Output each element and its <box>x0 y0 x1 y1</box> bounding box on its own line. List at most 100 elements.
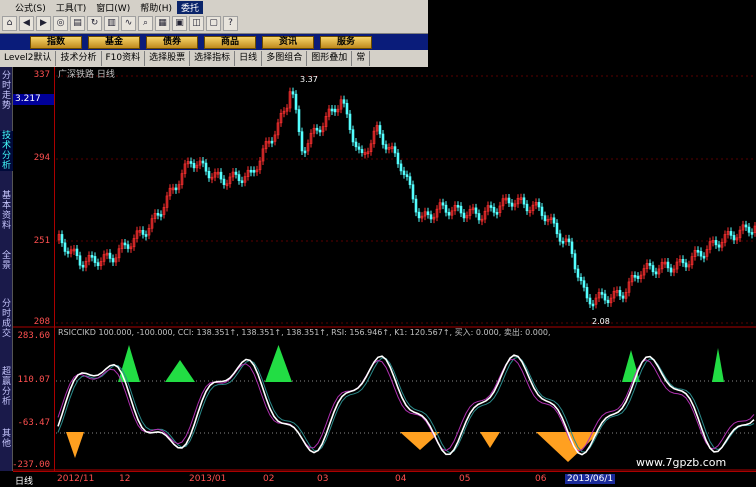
candle-body <box>315 127 319 131</box>
candle-body <box>240 180 244 184</box>
candle-body <box>141 229 145 235</box>
candle-body <box>270 140 274 144</box>
candle-body <box>477 213 481 221</box>
candle-body <box>696 250 700 253</box>
candle-body <box>648 263 652 266</box>
date-tick: 03 <box>317 474 329 484</box>
candle-body <box>66 251 70 254</box>
candle-body <box>405 174 409 177</box>
candle-body <box>234 171 238 175</box>
candle-body <box>297 109 301 132</box>
candle-body <box>252 170 256 173</box>
date-tick: 05 <box>459 474 471 484</box>
date-tick: 2013/01 <box>189 474 227 484</box>
candle-body <box>684 262 688 268</box>
candle-body <box>579 277 583 281</box>
chart-grid <box>13 75 756 471</box>
candle-body <box>156 213 160 216</box>
date-tick: 06 <box>535 474 547 484</box>
candle-body <box>393 146 397 154</box>
candle-body <box>399 163 403 172</box>
low-price-label: 2.08 <box>592 317 610 326</box>
candle-body <box>489 205 493 208</box>
candle-body <box>714 240 718 246</box>
candle-body <box>717 244 721 248</box>
indicator-lines <box>57 345 755 462</box>
indicator-fill <box>66 432 84 458</box>
candle-body <box>333 108 337 113</box>
candle-body <box>342 99 346 104</box>
candle-body <box>591 303 595 307</box>
candle-body <box>360 149 364 153</box>
candle-body <box>585 287 589 299</box>
candle-body <box>573 253 577 270</box>
candle-body <box>81 264 85 268</box>
candle-body <box>63 242 67 252</box>
candle-body <box>144 234 148 237</box>
candle-body <box>237 174 241 182</box>
candle-body <box>474 207 478 214</box>
indicator-fill <box>622 350 640 382</box>
candle-body <box>447 212 451 216</box>
date-tick: 04 <box>395 474 407 484</box>
candle-body <box>303 150 307 154</box>
candle-body <box>294 93 298 110</box>
candle-body <box>456 205 460 208</box>
candle-body <box>654 271 658 275</box>
candle-body <box>507 197 511 204</box>
candle-body <box>318 129 322 133</box>
candle-body <box>729 231 733 236</box>
candle-body <box>588 297 592 305</box>
indicator-fill <box>265 345 292 382</box>
current-date-tick: 2013/06/1 <box>565 474 616 484</box>
candle-body <box>669 267 673 273</box>
candle-body <box>60 234 64 244</box>
candle-body <box>555 222 559 235</box>
candle-body <box>567 238 571 243</box>
candle-body <box>537 202 541 208</box>
candle-body <box>75 248 79 256</box>
date-tick: 2012/11 <box>57 474 95 484</box>
candle-body <box>381 133 385 145</box>
candle-body <box>618 290 622 297</box>
candle-body <box>603 293 607 301</box>
indicator-fill <box>712 348 724 382</box>
candle-body <box>402 170 406 175</box>
candle-body <box>621 295 625 299</box>
candle-body <box>384 144 388 150</box>
candle-body <box>582 280 586 288</box>
candle-body <box>543 215 547 222</box>
candle-body <box>189 161 193 164</box>
indicator-title: RSICCIKD 100.000, -100.000, CCI: 138.351… <box>58 328 551 337</box>
candle-body <box>732 235 736 241</box>
date-tick: 02 <box>263 474 275 484</box>
candle-body <box>192 163 196 169</box>
candle-body <box>78 255 82 266</box>
candle-body <box>408 176 412 185</box>
candle-body <box>558 233 562 242</box>
candle-body <box>123 242 127 246</box>
candle-body <box>201 160 205 164</box>
indicator-fill <box>118 345 140 382</box>
candle-body <box>600 292 604 295</box>
candle-body <box>561 241 565 244</box>
candle-body <box>699 251 703 257</box>
candle-body <box>417 211 421 219</box>
date-axis: 日线 2012/11 12 2013/01 02 03 04 05 06 201… <box>13 471 756 487</box>
candle-body <box>378 125 382 135</box>
candle-body <box>747 226 751 233</box>
candle-body <box>540 206 544 216</box>
period-label[interactable]: 日线 <box>15 474 33 487</box>
candle-body <box>411 184 415 200</box>
candle-body <box>291 91 295 95</box>
candle-body <box>396 152 400 165</box>
candle-body <box>207 170 211 179</box>
candle-body <box>441 202 445 206</box>
candle-body <box>651 265 655 273</box>
candle-body <box>495 212 499 215</box>
candle-body <box>249 169 253 173</box>
candle-body <box>414 198 418 213</box>
candle-body <box>90 255 94 258</box>
candle-body <box>348 113 352 130</box>
candle-body <box>510 202 514 207</box>
